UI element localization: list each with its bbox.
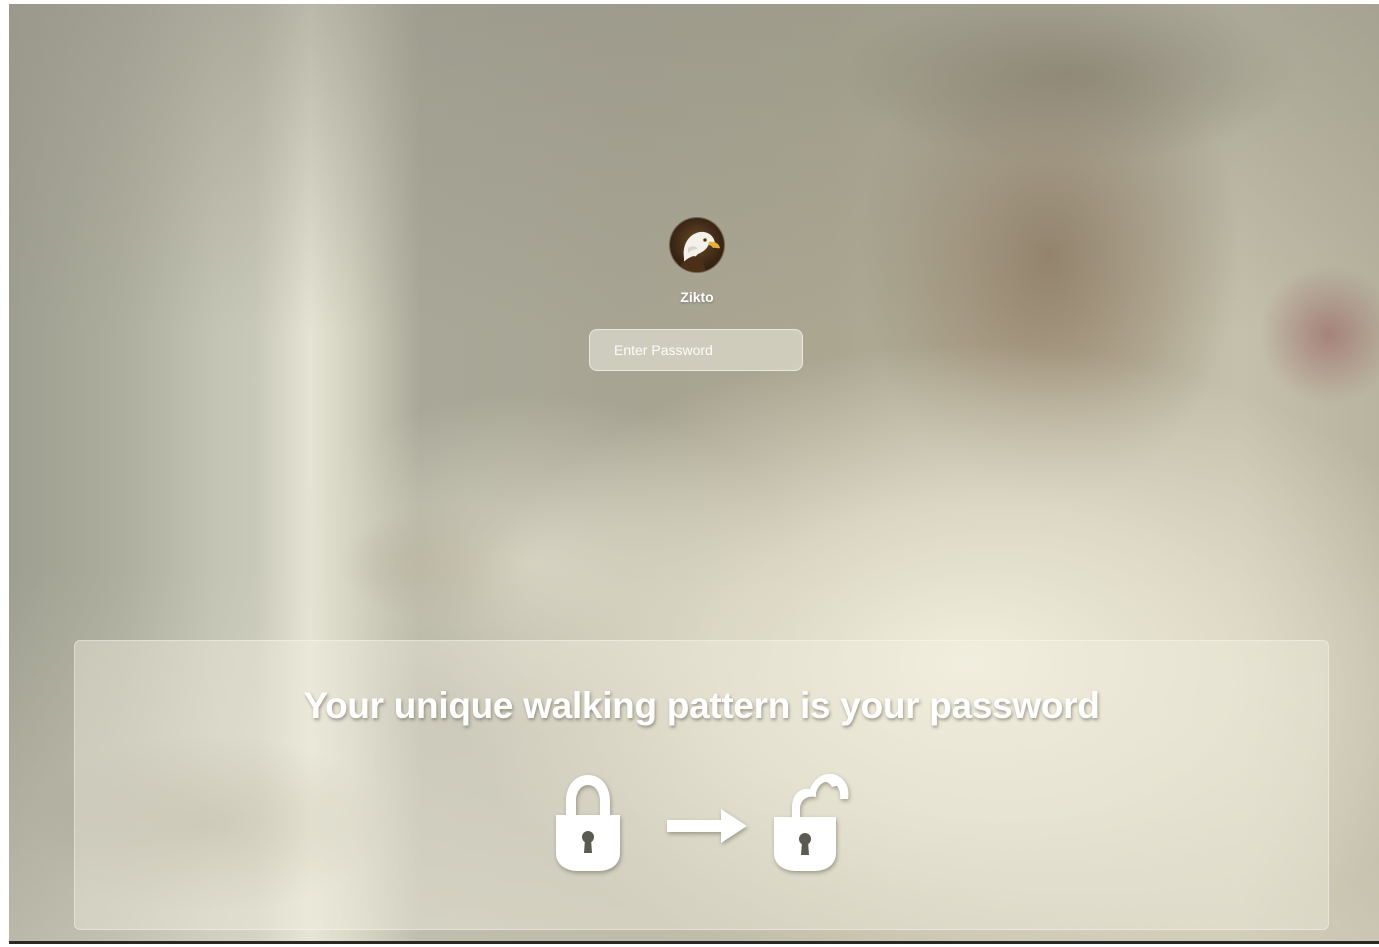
password-field-container[interactable] (589, 329, 803, 371)
arrow-right-icon (665, 806, 749, 846)
eagle-avatar-icon (678, 231, 720, 272)
info-panel: Your unique walking pattern is your pass… (74, 640, 1329, 930)
lock-closed-icon (552, 771, 624, 873)
user-avatar[interactable] (670, 218, 724, 272)
tagline-text: Your unique walking pattern is your pass… (303, 685, 1100, 726)
frame-bottom-edge (9, 941, 1379, 944)
password-input[interactable] (590, 330, 802, 370)
lock-open-icon (770, 767, 850, 873)
lock-screen: Zikto Your unique walking pattern is you… (9, 4, 1379, 944)
username-label: Zikto (680, 289, 714, 305)
